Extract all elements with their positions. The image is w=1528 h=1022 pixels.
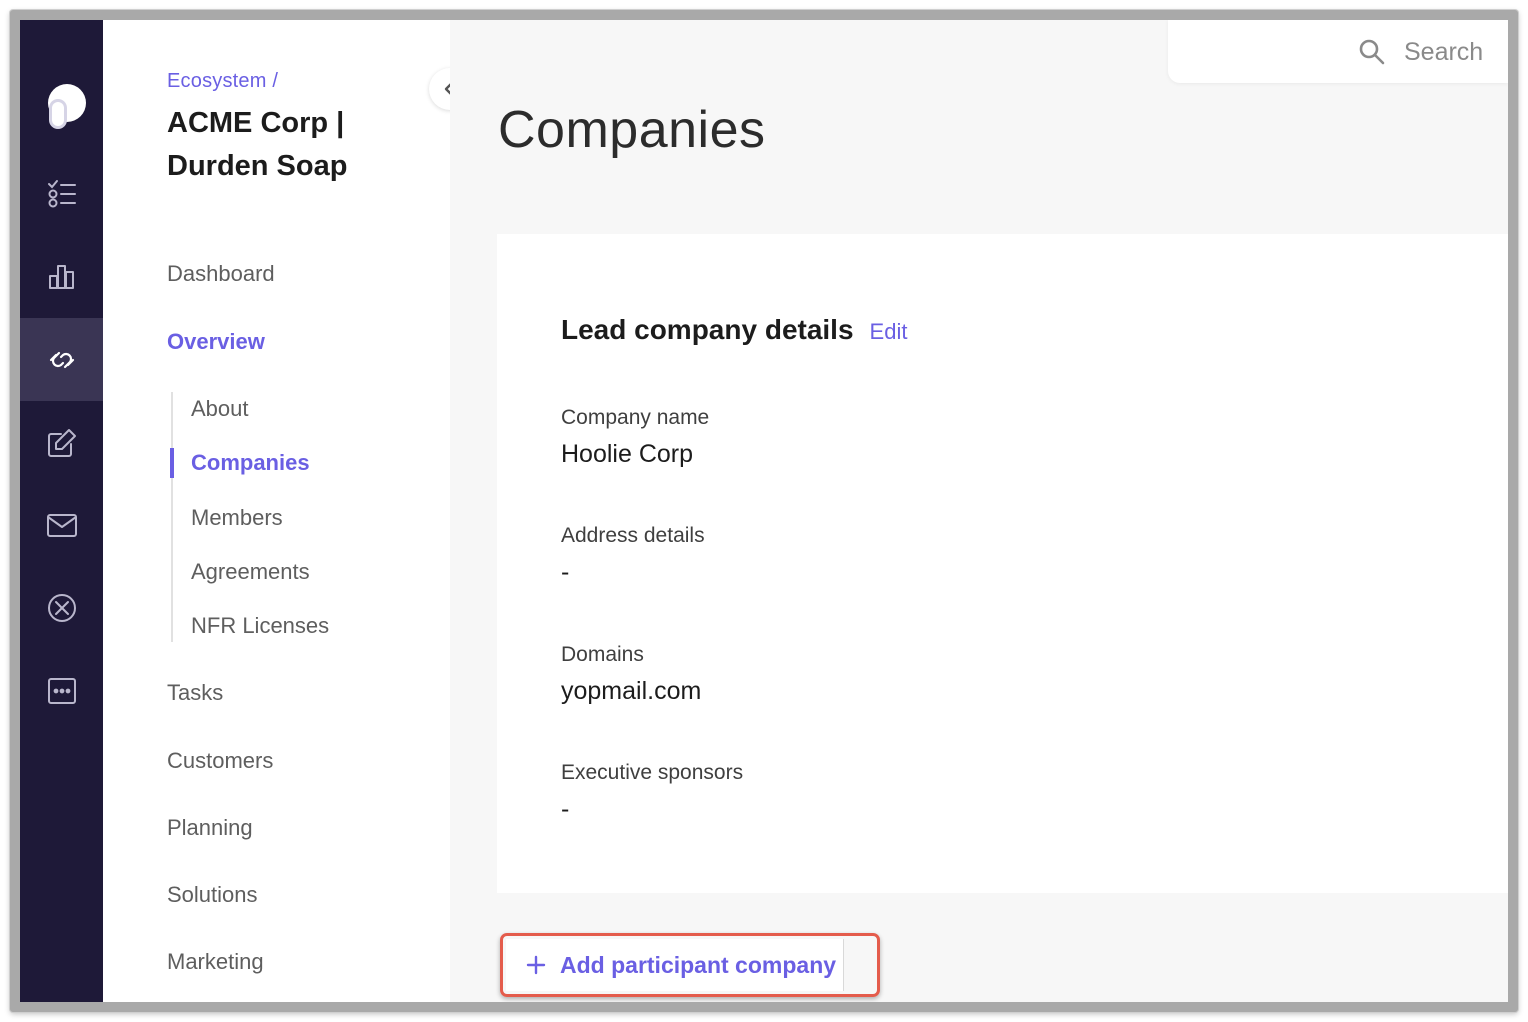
search-icon <box>1359 39 1385 65</box>
lead-company-card: Lead company details Edit Company name H… <box>497 234 1508 893</box>
subnav-divider <box>171 392 173 642</box>
nav-item-tasks[interactable]: Tasks <box>167 680 223 706</box>
subnav-item-nfr-licenses[interactable]: NFR Licenses <box>191 613 329 639</box>
nav-item-dashboard[interactable]: Dashboard <box>167 261 275 287</box>
page-title: Companies <box>498 101 766 159</box>
app-logo-icon[interactable] <box>38 82 88 132</box>
edit-icon[interactable] <box>20 401 103 484</box>
more-icon[interactable] <box>20 649 103 732</box>
plus-icon <box>526 955 546 975</box>
add-participant-company-button[interactable]: Add participant company <box>506 939 844 991</box>
card-header: Lead company details Edit <box>561 314 907 346</box>
nav-item-customers[interactable]: Customers <box>167 748 273 774</box>
search-input[interactable] <box>1404 36 1504 68</box>
secondary-nav: Ecosystem / ACME Corp | Durden Soap Dash… <box>103 20 450 1002</box>
nav-item-planning[interactable]: Planning <box>167 815 253 841</box>
main-content: Companies Lead company details Edit Comp… <box>450 20 1508 1002</box>
field-value-executive-sponsors: - <box>561 795 570 823</box>
subnav-item-about[interactable]: About <box>191 396 249 422</box>
field-label-executive-sponsors: Executive sponsors <box>561 761 744 784</box>
search-box <box>1168 20 1508 83</box>
nav-item-solutions[interactable]: Solutions <box>167 882 258 908</box>
field-label-address: Address details <box>561 524 705 547</box>
nav-item-marketing[interactable]: Marketing <box>167 949 264 975</box>
app-window: Ecosystem / ACME Corp | Durden Soap Dash… <box>20 20 1508 1002</box>
checklist-icon[interactable] <box>20 152 103 235</box>
cancel-circle-icon[interactable] <box>20 566 103 649</box>
edit-link[interactable]: Edit <box>870 319 908 345</box>
nav-item-overview[interactable]: Overview <box>167 329 265 355</box>
screenshot-frame: Ecosystem / ACME Corp | Durden Soap Dash… <box>10 10 1518 1012</box>
mail-icon[interactable] <box>20 483 103 566</box>
card-title: Lead company details <box>561 314 854 345</box>
add-participant-company-label: Add participant company <box>560 951 837 978</box>
field-value-address: - <box>561 558 570 586</box>
link-icon[interactable] <box>20 318 103 401</box>
field-label-domains: Domains <box>561 643 644 666</box>
breadcrumb[interactable]: Ecosystem / <box>167 70 278 93</box>
bar-chart-icon[interactable] <box>20 234 103 317</box>
field-label-company-name: Company name <box>561 406 710 429</box>
project-title: ACME Corp | Durden Soap <box>167 107 348 182</box>
field-value-domains: yopmail.com <box>561 677 702 705</box>
subnav-item-agreements[interactable]: Agreements <box>191 559 310 585</box>
subnav-item-members[interactable]: Members <box>191 505 283 531</box>
field-value-company-name: Hoolie Corp <box>561 440 694 468</box>
subnav-item-companies[interactable]: Companies <box>191 450 310 476</box>
subnav-active-indicator <box>170 448 174 478</box>
icon-rail <box>20 20 103 1002</box>
